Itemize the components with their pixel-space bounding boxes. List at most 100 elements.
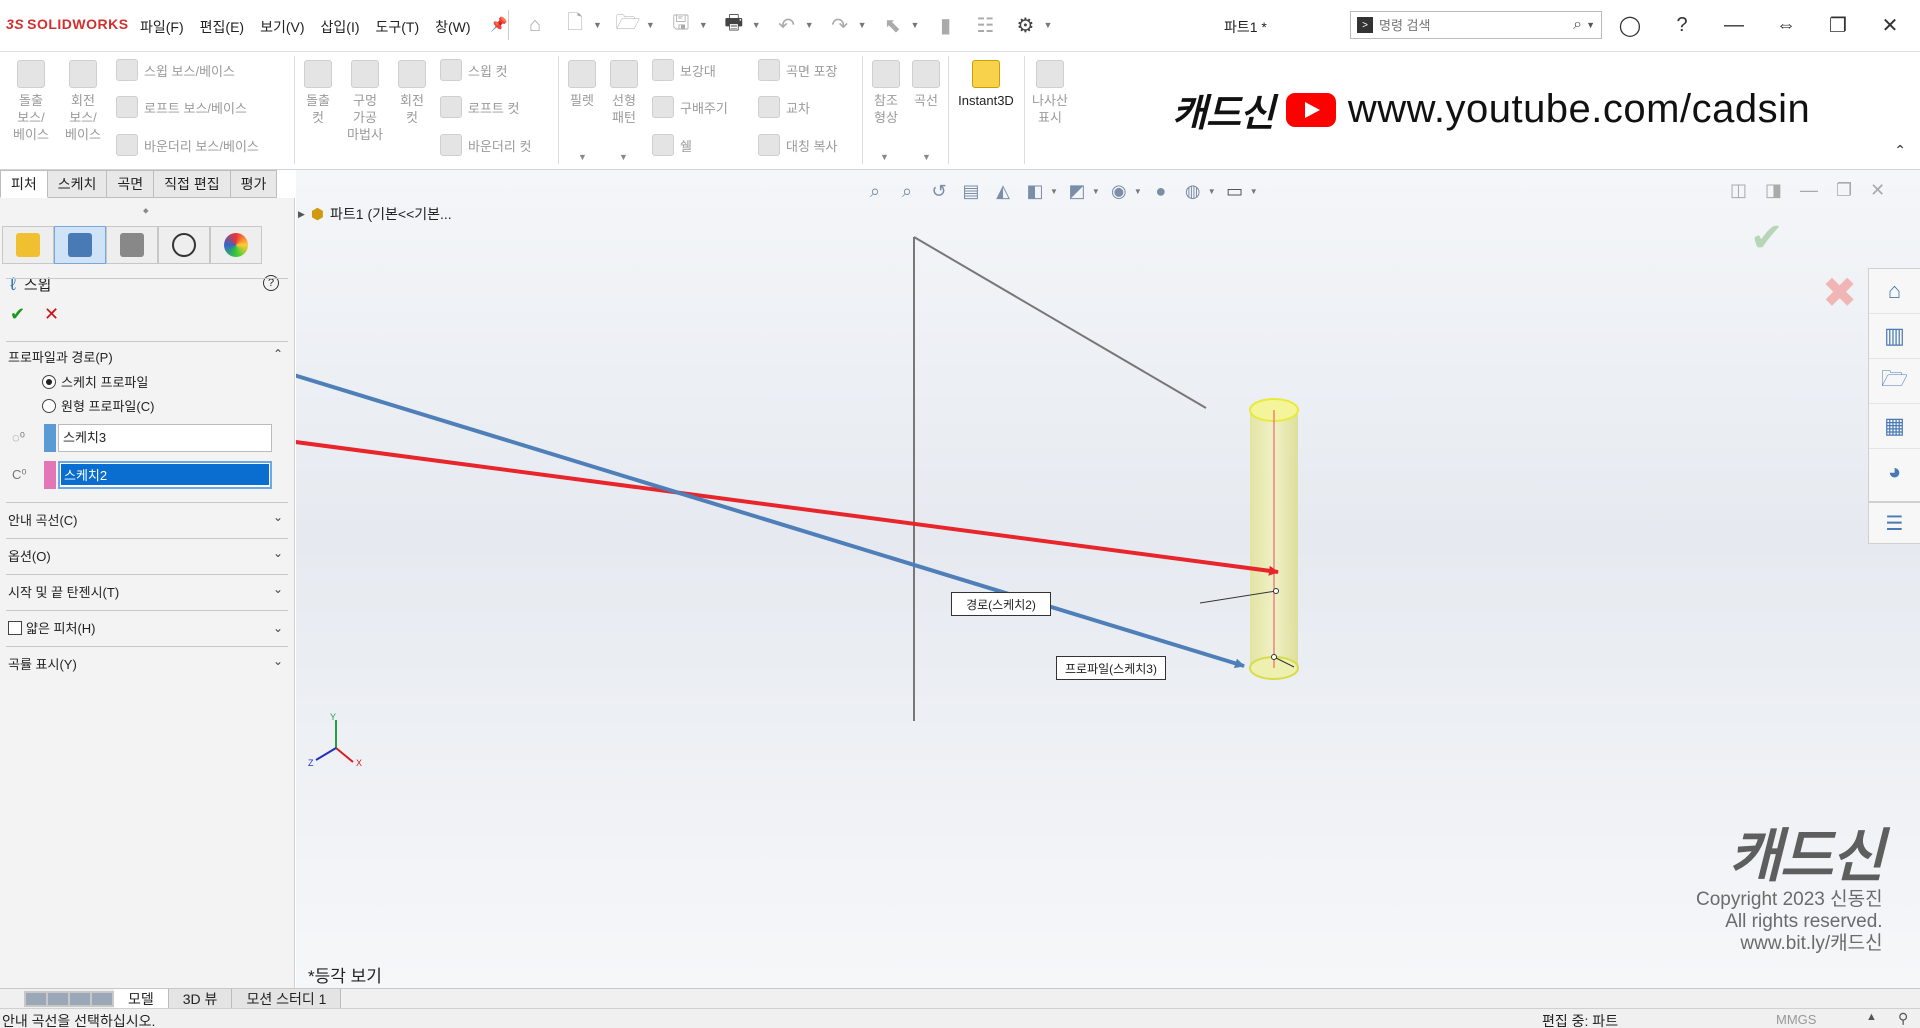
reference-geometry-button[interactable]: 참조 형상 [866,60,906,126]
group-profile-and-path[interactable]: 프로파일과 경로(P) ⌃ [8,347,283,366]
chevron-down-icon[interactable]: ⌄ [273,582,283,596]
group-guide-curves[interactable]: 안내 곡선(C) ⌄ [8,510,283,529]
tab-direct-editing[interactable]: 직접 편집 [154,170,231,198]
chevron-down-icon[interactable]: ▼ [880,152,889,162]
user-icon[interactable]: ◯ [1615,10,1645,40]
menu-file[interactable]: 파일(F) [140,17,184,37]
chevron-down-icon[interactable]: ▼ [752,20,761,30]
unit-system-chevron-icon[interactable]: ▲ [1866,1011,1877,1023]
help-icon[interactable]: ? [1667,10,1697,40]
hole-wizard-button[interactable]: 구멍 가공 마법사 [344,60,386,143]
first-tab-icon[interactable] [26,992,46,1005]
appearances-icon[interactable]: ◕ [1869,449,1920,494]
options-gear-icon[interactable]: ⚙ [1011,11,1039,39]
boundary-cut-button[interactable]: 바운더리 컷 [440,132,531,158]
rebuild-icon[interactable]: ▮ [931,11,959,39]
save-icon[interactable]: 🖫 [667,11,695,39]
command-search-input[interactable] [1379,17,1574,33]
pin-icon[interactable]: 📌 [490,16,507,33]
cosmetic-thread-button[interactable]: 나사산 표시 [1028,60,1072,126]
chevron-down-icon[interactable]: ⌄ [273,510,283,524]
instant3d-button[interactable]: Instant3D [952,60,1020,109]
graphics-area[interactable]: ⌕ ⌕ ↺ ▤ ◭ ◧ ▼ ◩ ▼ ◉ ▼ ● ◍ ▼ ▭ ▼ ◫ ◨ — ❐ ✕ ▶ ⬢… [296,170,1920,988]
group-thin-feature[interactable]: 얇은 피처(H) ⌄ [8,618,283,637]
chevron-down-icon[interactable]: ▼ [805,20,814,30]
menu-window[interactable]: 창(W) [435,17,470,37]
mirror-button[interactable]: 대칭 복사 [758,132,837,158]
path-callout[interactable]: 경로(스케치2) [951,592,1051,616]
chevron-up-icon[interactable]: ⌃ [273,347,283,361]
customize-status-icon[interactable]: ⚲ [1898,1010,1908,1027]
swept-cut-button[interactable]: 스윕 컷 [440,57,508,83]
chevron-down-icon[interactable]: ⌄ [273,654,283,668]
redo-icon[interactable]: ↷ [826,11,854,39]
ok-button[interactable]: ✔ [10,304,25,325]
draft-button[interactable]: 구배주기 [652,94,728,120]
panel-resize-handle[interactable]: ⬥ [143,206,149,216]
chevron-down-icon[interactable]: ▼ [1043,20,1052,30]
extruded-cut-button[interactable]: 돌출 컷 [298,60,338,126]
chevron-down-icon[interactable]: ▼ [911,20,920,30]
chevron-down-icon[interactable]: ▼ [578,152,587,162]
revolved-cut-button[interactable]: 회전 컷 [392,60,432,126]
menu-edit[interactable]: 편집(E) [200,17,244,37]
group-curvature-display[interactable]: 곡률 표시(Y) ⌄ [8,654,283,673]
swept-boss-button[interactable]: 스윕 보스/베이스 [116,57,235,83]
new-icon[interactable]: 🗋 [561,11,589,39]
tab-model[interactable]: 모델 [114,988,169,1009]
tab-display-manager[interactable] [210,226,262,264]
shell-button[interactable]: 쉘 [652,132,692,158]
prev-tab-icon[interactable] [48,992,68,1005]
group-options[interactable]: 옵션(O) ⌄ [8,546,283,565]
restore-split-button[interactable]: ⇔ [1771,10,1801,40]
intersect-button[interactable]: 교차 [758,94,810,120]
chevron-down-icon[interactable]: ▼ [699,20,708,30]
tab-3d-views[interactable]: 3D 뷰 [168,988,233,1009]
radio-circular-profile[interactable]: 원형 프로파일(C) [42,396,154,415]
tab-surfaces[interactable]: 곡면 [107,170,155,198]
print-icon[interactable]: 🖶 [720,11,748,39]
chevron-down-icon[interactable]: ▼ [922,152,931,162]
tab-features[interactable]: 피처 [0,170,48,198]
solidworks-logo[interactable]: 3S SOLIDWORKS [6,16,129,32]
wrap-button[interactable]: 곡면 포장 [758,57,837,83]
tab-feature-manager[interactable] [2,226,54,264]
lofted-boss-button[interactable]: 로프트 보스/베이스 [116,94,247,120]
menu-tools[interactable]: 도구(T) [376,17,420,37]
revolved-boss-button[interactable]: 회전 보스/ 베이스 [60,60,106,143]
chevron-down-icon[interactable]: ▼ [619,152,628,162]
tab-scroll-buttons[interactable] [24,990,114,1007]
chevron-up-icon[interactable]: ⌃ [1894,142,1906,159]
tab-sketch[interactable]: 스케치 [47,170,108,198]
radio-sketch-profile[interactable]: 스케치 프로파일 [42,372,148,391]
next-tab-icon[interactable] [70,992,90,1005]
rib-button[interactable]: 보강대 [652,57,716,83]
path-selection-box[interactable]: 스케치2 [58,461,272,489]
minimize-button[interactable]: — [1719,10,1749,40]
search-icon[interactable]: ⌕ [1573,16,1582,34]
profile-selection-box[interactable]: 스케치3 [58,424,272,452]
profile-callout[interactable]: 프로파일(스케치3) [1056,656,1166,680]
unit-system[interactable]: MMGS [1776,1012,1816,1027]
chevron-down-icon[interactable]: ▼ [858,20,867,30]
chevron-down-icon[interactable]: ▼ [646,20,655,30]
radio-button[interactable] [42,398,56,413]
file-explorer-icon[interactable]: 🗁 [1869,359,1920,404]
chevron-down-icon[interactable]: ⌄ [273,546,283,560]
tab-dimxpert-manager[interactable] [158,226,210,264]
cancel-button[interactable]: ✕ [44,304,59,325]
custom-properties-icon[interactable]: ☰ [1868,502,1920,544]
file-props-icon[interactable]: ☷ [971,11,999,39]
home-icon[interactable]: ⌂ [521,11,549,39]
solidworks-resources-icon[interactable]: ⌂ [1869,269,1920,314]
tab-property-manager[interactable] [54,226,106,264]
chevron-down-icon[interactable]: ▼ [1586,20,1595,30]
last-tab-icon[interactable] [92,992,112,1005]
maximize-button[interactable]: ❐ [1823,10,1853,40]
chevron-down-icon[interactable]: ⌄ [273,621,283,635]
menu-insert[interactable]: 삽입(I) [321,17,360,37]
fillet-button[interactable]: 필렛 [562,60,602,109]
menu-view[interactable]: 보기(V) [260,17,304,37]
command-search[interactable]: > ⌕ ▼ [1350,11,1602,39]
undo-icon[interactable]: ↶ [773,11,801,39]
